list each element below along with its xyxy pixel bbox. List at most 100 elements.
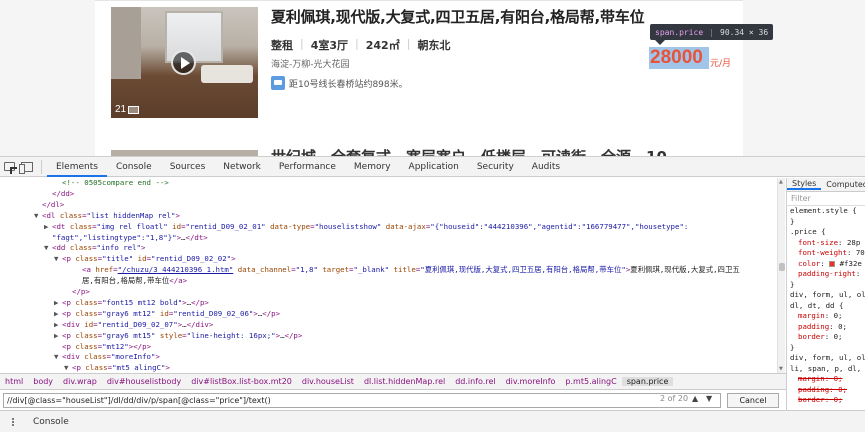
breadcrumb-item[interactable]: body	[28, 377, 58, 386]
style-line[interactable]: margin: 0;	[787, 311, 865, 322]
elements-scrollbar[interactable]: ▲ ▼	[777, 178, 785, 373]
dom-node-line[interactable]: ▶ <p class="gray6 mt12" id="rentid_D09_02…	[0, 309, 280, 320]
tab-console[interactable]: Console	[107, 157, 161, 177]
tab-audits[interactable]: Audits	[523, 157, 569, 177]
cancel-button[interactable]: Cancel	[727, 393, 779, 408]
search-prev-icon[interactable]: ▲	[692, 394, 698, 403]
dom-node-line[interactable]: ▶ <p class="font15 mt12 bold">…</p>	[0, 298, 209, 309]
tab-performance[interactable]: Performance	[270, 157, 345, 177]
next-listing-title[interactable]: 世纪城，全套复式，宽层宽户，低楼层，可读街，全源，10	[271, 146, 667, 156]
breadcrumb-item[interactable]: dl.list.hiddenMap.rel	[359, 377, 450, 386]
style-line[interactable]: dl, dt, dd {	[787, 301, 865, 312]
dom-node-line[interactable]: <p class="mt12"></p>	[0, 342, 151, 353]
style-line[interactable]: }	[787, 280, 865, 291]
style-line[interactable]: padding-right:	[787, 269, 865, 280]
xpath-search-input[interactable]: //div[@class="houseList"]/dl/dd/div/p/sp…	[3, 393, 721, 408]
styles-filter-input[interactable]: Filter	[787, 192, 865, 206]
style-line[interactable]: element.style {	[787, 206, 865, 217]
collapse-triangle-icon[interactable]: ▼	[54, 352, 62, 363]
tab-memory[interactable]: Memory	[345, 157, 400, 177]
style-line[interactable]: border: 0;	[787, 395, 865, 406]
listing-location[interactable]: 海淀-万柳-光大花园	[271, 57, 350, 70]
style-line[interactable]: li, span, p, dl, d	[787, 364, 865, 375]
style-line[interactable]: border: 0;	[787, 332, 865, 343]
breadcrumb-item[interactable]: div.wrap	[58, 377, 102, 386]
style-line[interactable]: }	[787, 343, 865, 354]
dom-token: class	[85, 363, 108, 373]
breadcrumb-item[interactable]: div.moreInfo	[501, 377, 561, 386]
dom-node-line[interactable]: ▼ <dl class="list hiddenMap rel">	[0, 211, 180, 222]
dom-node-line[interactable]: ▼ <div class="moreInfo">	[0, 352, 160, 363]
dom-token: class	[75, 297, 98, 307]
breadcrumb-item[interactable]: div#houselistbody	[102, 377, 186, 386]
breadcrumb-item[interactable]: html	[0, 377, 28, 386]
expand-triangle-icon[interactable]: ▶	[54, 309, 62, 320]
tab-computed[interactable]: Computed	[821, 180, 865, 189]
breadcrumb-item[interactable]: div.houseList	[297, 377, 359, 386]
tab-styles[interactable]: Styles	[787, 179, 822, 190]
scroll-down-icon[interactable]: ▼	[779, 366, 783, 372]
listing-subway: 距10号线长春桥站约898米。	[271, 76, 408, 90]
expand-triangle-icon[interactable]: ▶	[54, 331, 62, 342]
tab-application[interactable]: Application	[400, 157, 468, 177]
elements-tree[interactable]: <!-- 0505compare end --> </dd> </dl> ▼ <dl c…	[0, 178, 777, 373]
tab-security[interactable]: Security	[468, 157, 523, 177]
collapse-triangle-icon[interactable]: ▼	[54, 254, 62, 265]
dom-node-line[interactable]: "fagt","listingtype":"1,8"}">…</dt>	[0, 233, 208, 244]
expand-triangle-icon[interactable]: ▶	[54, 298, 62, 309]
breadcrumb-item[interactable]: span.price	[621, 377, 674, 386]
dom-node-line[interactable]: ▼ <p class="mt5 alingC">	[0, 363, 170, 373]
dom-token: id	[84, 319, 94, 329]
expand-triangle-icon[interactable]: ▶	[54, 320, 62, 331]
color-swatch-icon[interactable]	[829, 260, 836, 267]
style-line[interactable]: color: #f32e	[787, 259, 865, 270]
device-toolbar-icon[interactable]	[18, 157, 36, 177]
drawer-menu-icon[interactable]	[6, 418, 20, 426]
style-prop-value: 0;	[833, 332, 843, 341]
tab-sources[interactable]: Sources	[161, 157, 215, 177]
inspect-element-icon[interactable]	[0, 157, 18, 177]
dom-node-line[interactable]: </dl>	[0, 200, 64, 211]
breadcrumb-item[interactable]: dd.info.rel	[450, 377, 500, 386]
collapse-triangle-icon[interactable]: ▼	[64, 363, 72, 373]
tab-elements[interactable]: Elements	[47, 156, 107, 177]
room-layout: 4室3厅	[310, 39, 349, 52]
dom-node-line[interactable]: ▶ <div id="rentid_D09_02_07">…</div>	[0, 320, 213, 331]
dom-node-line[interactable]: <!-- 0505compare end -->	[0, 178, 169, 189]
search-next-icon[interactable]: ▼	[706, 394, 712, 403]
dom-node-line[interactable]: <a href="/chuzu/3_444210396_1.htm" data_…	[0, 265, 740, 276]
dom-node-line[interactable]: ▶ <p class="gray6 mt15" style="line-heigh…	[0, 331, 302, 342]
play-video-icon[interactable]	[171, 50, 196, 75]
dom-token: title	[393, 265, 416, 275]
breadcrumb-item[interactable]: div#listBox.list-box.mt20	[186, 377, 297, 386]
style-line[interactable]: div, form, ul, ol,	[787, 290, 865, 301]
tooltip-size: 90.34 × 36	[720, 27, 769, 37]
devtools-tabs: Elements Console Sources Network Performance…	[47, 156, 569, 177]
style-line[interactable]: margin: 0;	[787, 374, 865, 385]
style-line[interactable]: padding: 0;	[787, 385, 865, 396]
dom-node-line[interactable]: ▶ <dt class="img rel floatl" id="rentid_D…	[0, 222, 688, 233]
style-line[interactable]: font-weight: 70	[787, 248, 865, 259]
dom-node-line[interactable]: ▼ <dd class="info rel">	[0, 243, 145, 254]
drawer-tab-console[interactable]: Console	[28, 411, 74, 432]
tab-network[interactable]: Network	[214, 157, 270, 177]
expand-triangle-icon[interactable]: ▶	[44, 222, 52, 233]
scroll-up-icon[interactable]: ▲	[779, 179, 783, 185]
style-line[interactable]: }	[787, 217, 865, 228]
style-line[interactable]: padding: 0;	[787, 322, 865, 333]
style-line[interactable]: .price {	[787, 227, 865, 238]
scrollbar-thumb[interactable]	[779, 263, 785, 271]
listing-title[interactable]: 夏利佩琪,现代版,大复式,四卫五居,有阳台,格局帮,带车位	[271, 6, 645, 27]
breadcrumb-item[interactable]: p.mt5.alingC	[560, 377, 621, 386]
dom-node-line[interactable]: 居,有阳台,格局帮,带车位</a>	[0, 276, 187, 287]
style-line[interactable]: font-size: 28p	[787, 238, 865, 249]
dom-token: data-type	[270, 221, 311, 231]
dom-node-line[interactable]: ▼ <p class="title" id="rentid_D09_02_02">	[0, 254, 236, 265]
style-line[interactable]: div, form, ul, ol,	[787, 353, 865, 364]
collapse-triangle-icon[interactable]: ▼	[34, 211, 42, 222]
house-photo[interactable]: 21	[111, 7, 258, 118]
dom-node-line[interactable]: </dd>	[0, 189, 74, 200]
dom-token: </p>	[191, 297, 209, 307]
dom-node-line[interactable]: </p>	[0, 287, 90, 298]
collapse-triangle-icon[interactable]: ▼	[44, 243, 52, 254]
